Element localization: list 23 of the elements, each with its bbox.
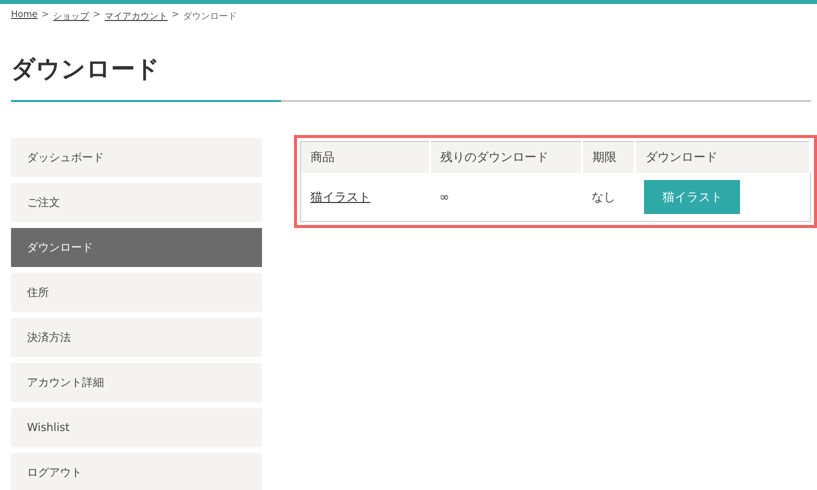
sidebar-item[interactable]: 決済方法: [11, 318, 262, 357]
sidebar-item[interactable]: 住所: [11, 273, 262, 312]
product-link[interactable]: 猫イラスト: [310, 190, 370, 204]
sidebar-item[interactable]: ご注文: [11, 183, 262, 222]
breadcrumb-current: ダウンロード: [183, 10, 238, 24]
sidebar-item[interactable]: アカウント詳細: [11, 363, 262, 402]
sidebar-item[interactable]: ダッシュボード: [11, 138, 262, 177]
breadcrumb-link[interactable]: ショップ: [53, 10, 90, 24]
table-cell: なし: [582, 173, 636, 222]
breadcrumb-link[interactable]: マイアカウント: [104, 10, 168, 24]
breadcrumb-separator: >: [172, 10, 180, 22]
page-title: ダウンロード: [11, 54, 161, 85]
breadcrumb-link[interactable]: Home: [11, 10, 38, 24]
breadcrumb-separator: >: [42, 10, 50, 22]
column-header: 残りのダウンロード: [430, 142, 582, 173]
breadcrumb-separator: >: [93, 10, 101, 22]
sidebar-item[interactable]: ダウンロード: [11, 228, 262, 267]
column-header: ダウンロード: [635, 142, 810, 173]
column-header: 期限: [582, 142, 636, 173]
table-cell: ∞: [430, 173, 582, 222]
column-header: 商品: [300, 142, 430, 173]
sidebar-item[interactable]: Wishlist: [11, 408, 262, 447]
sidebar-item[interactable]: ログアウト: [11, 453, 262, 490]
